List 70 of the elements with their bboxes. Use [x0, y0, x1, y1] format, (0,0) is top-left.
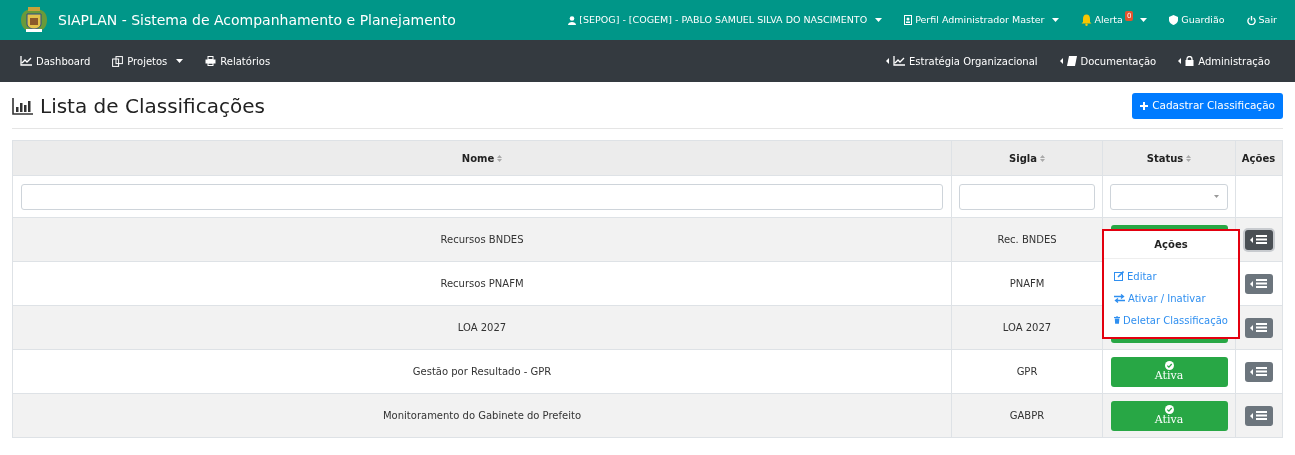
line-chart-icon [20, 56, 32, 66]
menu-title: Ações [1104, 231, 1238, 259]
user-icon [568, 15, 577, 25]
table-cell-text: Recursos BNDES [439, 233, 525, 247]
list-icon [1256, 235, 1267, 244]
list-icon [1256, 367, 1267, 376]
list-icon [1256, 323, 1267, 332]
row-actions-button[interactable] [1244, 229, 1273, 250]
table-cell-text: Recursos PNAFM [439, 277, 525, 291]
page-title: Lista de Classificações [40, 92, 265, 120]
caret-down-icon [875, 18, 883, 22]
row-actions-button[interactable] [1244, 317, 1273, 338]
caret-left-icon [885, 58, 889, 64]
list-icon [1256, 279, 1267, 288]
row-actions-button[interactable] [1244, 405, 1273, 426]
row-actions-button[interactable] [1244, 273, 1273, 294]
nav-link[interactable]: Relatórios [205, 53, 271, 69]
line-chart-icon [892, 56, 905, 66]
caret-left-icon [1178, 58, 1182, 64]
nav-link[interactable]: Documentação [1059, 53, 1157, 69]
caret-left-icon [1250, 236, 1253, 243]
caret-down-icon [1140, 18, 1148, 22]
caret-left-icon [1059, 58, 1063, 64]
add-classification-button[interactable]: Cadastrar Classificação [1132, 92, 1283, 119]
app-title: SIAPLAN - Sistema de Acompanhamento e Planejamento [58, 10, 456, 30]
user-menu[interactable]: [SEPOG] - [COGEM] - PABLO SAMUEL SILVA DO NASCIMENTO [568, 12, 883, 28]
caret-left-icon [1250, 280, 1253, 287]
bar-chart-icon [12, 96, 34, 115]
check-circle-icon [1164, 405, 1174, 414]
row-actions-button[interactable] [1244, 361, 1273, 382]
book-icon [1066, 56, 1077, 66]
guardian-link[interactable]: Guardião [1169, 12, 1225, 28]
sort-icon [497, 154, 503, 162]
lock-icon [1185, 56, 1195, 66]
table-cell-text: LOA 2027 [456, 321, 508, 335]
id-card-icon [904, 15, 913, 25]
nav-link[interactable]: Projetos [112, 53, 184, 69]
caret-left-icon [1250, 324, 1253, 331]
printer-icon [205, 56, 217, 66]
check-circle-icon [1164, 361, 1174, 370]
sort-icon [1040, 154, 1045, 162]
table-cell-text: Monitoramento do Gabinete do Prefeito [382, 409, 582, 423]
sort-icon [1186, 154, 1192, 162]
status-badge: Ativa [1110, 356, 1228, 387]
shield-icon [1169, 15, 1179, 25]
power-icon [1246, 15, 1256, 25]
bell-icon [1081, 14, 1093, 26]
column-header[interactable]: Nome [13, 141, 951, 175]
caret-left-icon [1250, 368, 1253, 375]
acronym-filter-field[interactable] [959, 183, 1095, 210]
swap-arrows-icon [1114, 293, 1125, 303]
profile-menu[interactable]: Perfil Administrador Master [904, 12, 1060, 28]
nav-link[interactable]: Administração [1178, 53, 1270, 69]
name-filter-field[interactable] [21, 183, 943, 210]
nav-link[interactable]: Dashboard [20, 53, 91, 69]
table-cell: GABPR [951, 394, 1102, 437]
list-icon [1256, 411, 1267, 420]
table-cell-text: Gestão por Resultado - GPR [411, 365, 553, 379]
status-badge: Ativa [1110, 400, 1228, 431]
coat-of-arms-logo [18, 6, 50, 34]
caret-down-icon [176, 59, 184, 63]
caret-down-icon [1052, 18, 1060, 22]
logout-link[interactable]: Sair [1246, 12, 1277, 28]
copy-icon [112, 55, 124, 67]
plus-icon [1140, 101, 1149, 110]
caret-left-icon [1250, 412, 1253, 419]
edit-icon [1114, 271, 1124, 281]
nav-link[interactable]: Estratégia Organizacional [885, 53, 1038, 69]
caret-down-icon [1214, 195, 1219, 198]
menu-item[interactable]: Ativar / Inativar [1104, 287, 1238, 309]
